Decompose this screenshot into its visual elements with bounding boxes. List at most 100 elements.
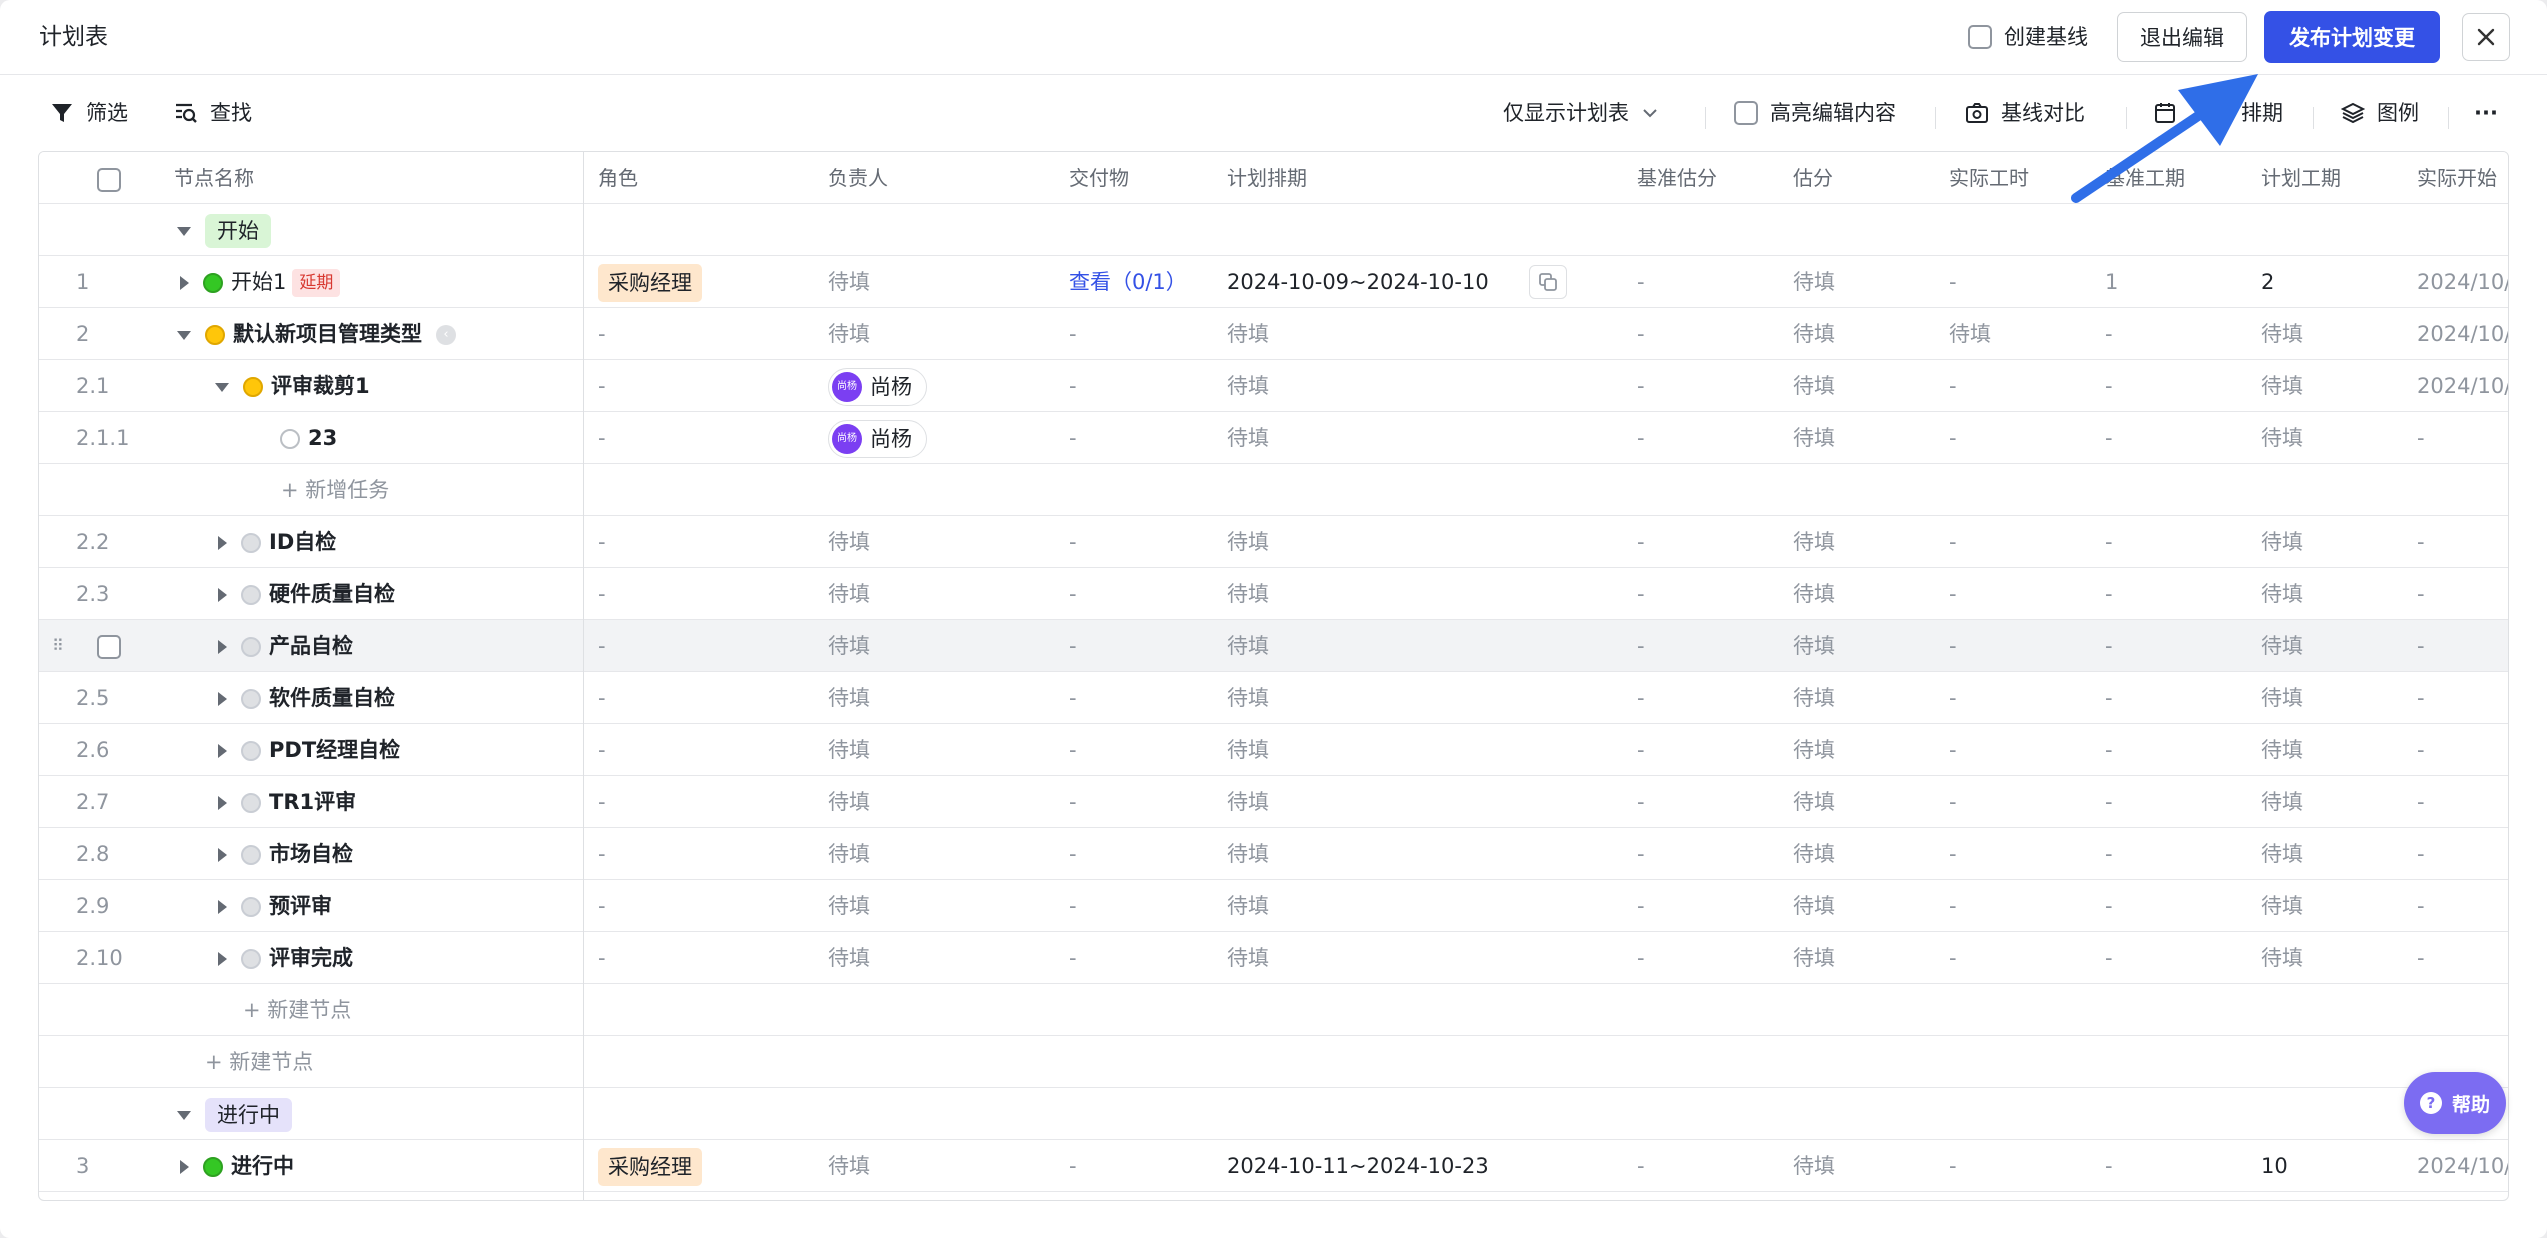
schedule-cell[interactable]: 待填 [1227,724,1269,776]
deliverable-cell[interactable]: - [1069,516,1077,568]
schedule-cell[interactable]: 待填 [1227,412,1269,464]
copy-button[interactable] [1529,265,1567,299]
estimate-cell[interactable]: 待填 [1793,1140,1835,1192]
table-row[interactable]: 2.3 硬件质量自检 - 待填 - 待填 - 待填 - - 待填 - [39,568,2508,620]
table-row[interactable]: 2 默认新项目管理类型 ‹ - 待填 - 待填 - 待填 待填 - 待填 2024… [39,308,2508,360]
baseline-estimate-cell[interactable]: - [1637,672,1645,724]
baseline-duration-cell[interactable]: - [2105,568,2113,620]
col-actual-hours[interactable]: 实际工时 [1949,152,2029,204]
caret-right-icon[interactable] [218,640,227,654]
owner-cell[interactable]: 待填 [828,1140,870,1192]
plan-duration-cell[interactable]: 待填 [2261,932,2303,984]
node-name[interactable]: 软件质量自检 [215,672,395,724]
node-name[interactable]: 产品自检 [215,620,353,672]
deliverable-link[interactable]: 查看（0/1） [1069,256,1187,308]
owner-cell[interactable]: 待填 [828,828,870,880]
checkbox-icon[interactable] [1968,25,1992,49]
baseline-duration-cell[interactable]: - [2105,360,2113,412]
schedule-cell[interactable]: 待填 [1227,308,1269,360]
actual-hours-cell[interactable]: - [1949,1140,1957,1192]
caret-right-icon[interactable] [218,796,227,810]
actual-hours-cell[interactable]: - [1949,412,1957,464]
role-cell[interactable]: - [598,360,606,412]
role-cell[interactable]: 采购经理 [598,1140,702,1192]
role-cell[interactable]: - [598,308,606,360]
estimate-cell[interactable]: 待填 [1793,724,1835,776]
owner-cell[interactable]: 尚杨 尚杨 [828,412,927,464]
deliverable-cell[interactable]: - [1069,568,1077,620]
close-button[interactable] [2462,13,2510,61]
actual-hours-cell[interactable]: - [1949,932,1957,984]
plan-duration-cell[interactable]: 待填 [2261,828,2303,880]
schedule-cell[interactable]: 待填 [1227,620,1269,672]
schedule-cell[interactable]: 待填 [1227,516,1269,568]
estimate-cell[interactable]: 待填 [1793,776,1835,828]
col-baseline-estimate[interactable]: 基准估分 [1637,152,1717,204]
table-row[interactable]: 2.7 TR1评审 - 待填 - 待填 - 待填 - - 待填 - [39,776,2508,828]
checkbox-icon[interactable] [1734,101,1758,125]
actual-hours-cell[interactable]: - [1949,568,1957,620]
plan-duration-cell[interactable]: 待填 [2261,568,2303,620]
estimate-cell[interactable]: 待填 [1793,620,1835,672]
exit-edit-button[interactable]: 退出编辑 [2117,12,2247,62]
caret-down-icon[interactable] [177,330,191,340]
baseline-duration-cell[interactable]: - [2105,308,2113,360]
baseline-estimate-cell[interactable]: - [1637,620,1645,672]
estimate-cell[interactable]: 待填 [1793,828,1835,880]
baseline-estimate-cell[interactable]: - [1637,776,1645,828]
caret-down-icon[interactable] [177,226,191,236]
estimate-cell[interactable]: 待填 [1793,256,1835,308]
actual-start-cell[interactable]: - [2417,828,2425,880]
caret-right-icon[interactable] [180,276,189,290]
highlight-edits-checkbox[interactable]: 高亮编辑内容 [1734,96,1896,130]
col-name[interactable]: 节点名称 [174,152,254,204]
role-cell[interactable]: 采购经理 [598,256,702,308]
estimate-cell[interactable]: 待填 [1793,412,1835,464]
baseline-estimate-cell[interactable]: - [1637,724,1645,776]
node-name[interactable]: TR1评审 [215,776,356,828]
deliverable-cell[interactable]: - [1069,620,1077,672]
caret-right-icon[interactable] [218,692,227,706]
group-toggle[interactable]: 开始 [177,204,271,256]
plan-duration-cell[interactable]: 2 [2261,256,2274,308]
caret-right-icon[interactable] [218,900,227,914]
actual-hours-cell[interactable]: - [1949,828,1957,880]
node-name[interactable]: ID自检 [215,516,336,568]
row-checkbox[interactable] [97,620,121,672]
deliverable-cell[interactable]: - [1069,672,1077,724]
node-name[interactable]: 预评审 [215,880,332,932]
col-deliverable[interactable]: 交付物 [1069,152,1129,204]
actual-hours-cell[interactable]: - [1949,672,1957,724]
publish-plan-change-button[interactable]: 发布计划变更 [2264,11,2440,63]
owner-cell[interactable]: 待填 [828,308,870,360]
role-cell[interactable]: - [598,568,606,620]
owner-cell[interactable]: 待填 [828,932,870,984]
baseline-duration-cell[interactable]: 1 [2105,256,2118,308]
deliverable-cell[interactable]: - [1069,828,1077,880]
filter-button[interactable]: 筛选 [50,96,128,130]
node-name[interactable]: 评审完成 [215,932,353,984]
back-arrow-icon[interactable]: ‹ [436,325,456,345]
baseline-duration-cell[interactable]: - [2105,828,2113,880]
owner-cell[interactable]: 待填 [828,516,870,568]
baseline-duration-cell[interactable]: - [2105,1140,2113,1192]
baseline-estimate-cell[interactable]: - [1637,828,1645,880]
baseline-estimate-cell[interactable]: - [1637,360,1645,412]
schedule-cell[interactable]: 待填 [1227,672,1269,724]
node-name[interactable]: 23 [280,412,337,464]
actual-start-cell[interactable]: - [2417,776,2425,828]
owner-cell[interactable]: 待填 [828,256,870,308]
owner-cell[interactable]: 待填 [828,880,870,932]
table-row[interactable]: 2.1 评审裁剪1 - 尚杨 尚杨 - 待填 - 待填 - - 待填 2024/1… [39,360,2508,412]
plan-duration-cell[interactable]: 10 [2261,1140,2288,1192]
actual-hours-cell[interactable]: - [1949,724,1957,776]
plan-duration-cell[interactable]: 待填 [2261,412,2303,464]
drag-handle-icon[interactable]: ⠿ [52,620,64,672]
baseline-estimate-cell[interactable]: - [1637,308,1645,360]
table-row[interactable]: 2.6 PDT经理自检 - 待填 - 待填 - 待填 - - 待填 - [39,724,2508,776]
table-row[interactable]: 2.10 评审完成 - 待填 - 待填 - 待填 - - 待填 - [39,932,2508,984]
caret-down-icon[interactable] [177,1110,191,1120]
view-select-dropdown[interactable]: 仅显示计划表 [1503,96,1659,130]
role-cell[interactable]: - [598,880,606,932]
plan-duration-cell[interactable]: 待填 [2261,776,2303,828]
